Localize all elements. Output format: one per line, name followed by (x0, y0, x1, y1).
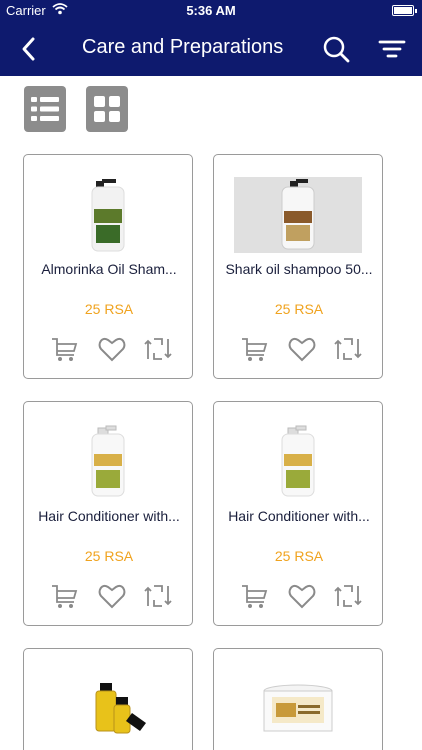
product-actions (24, 335, 192, 363)
navigation-bar: Care and Preparations (0, 22, 422, 76)
heart-icon[interactable] (98, 335, 126, 363)
product-actions (214, 335, 382, 363)
filter-icon[interactable] (378, 35, 406, 63)
grid-view-button[interactable] (86, 86, 128, 132)
product-price: 25 RSA (84, 548, 134, 564)
product-image (234, 683, 362, 750)
compare-icon[interactable] (334, 335, 362, 363)
compare-icon[interactable] (144, 335, 172, 363)
clock: 5:36 AM (186, 3, 236, 18)
product-image (234, 177, 362, 253)
product-card[interactable] (23, 648, 193, 750)
product-name: Hair Conditioner with... (228, 508, 370, 524)
compare-icon[interactable] (144, 582, 172, 610)
product-name: Almorinka Oil Sham... (41, 261, 177, 277)
list-icon (31, 97, 59, 121)
status-bar: Carrier 5:36 AM (0, 0, 422, 22)
search-icon[interactable] (322, 35, 350, 63)
add-to-cart-icon[interactable] (50, 582, 78, 610)
product-actions (24, 582, 192, 610)
battery-icon (392, 5, 417, 16)
product-card[interactable]: Hair Conditioner with... 25 RSA (213, 401, 383, 626)
product-card[interactable]: Shark oil shampoo 50... 25 RSA (213, 154, 383, 379)
grid-icon (94, 96, 120, 122)
heart-icon[interactable] (98, 582, 126, 610)
product-card[interactable]: Hair Conditioner with... 25 RSA (23, 401, 193, 626)
product-name: Shark oil shampoo 50... (225, 261, 373, 277)
back-arrow-icon[interactable] (16, 36, 42, 62)
list-view-button[interactable] (24, 86, 66, 132)
product-price: 25 RSA (84, 301, 134, 317)
product-price: 25 RSA (274, 301, 324, 317)
page-title: Care and Preparations (82, 36, 284, 58)
compare-icon[interactable] (334, 582, 362, 610)
product-card[interactable] (213, 648, 383, 750)
product-image (44, 424, 172, 500)
product-image (44, 679, 172, 750)
add-to-cart-icon[interactable] (240, 582, 268, 610)
product-image (234, 424, 362, 500)
product-card[interactable]: Almorinka Oil Sham... 25 RSA (23, 154, 193, 379)
product-image (44, 177, 172, 253)
product-price: 25 RSA (274, 548, 324, 564)
add-to-cart-icon[interactable] (50, 335, 78, 363)
heart-icon[interactable] (288, 582, 316, 610)
add-to-cart-icon[interactable] (240, 335, 268, 363)
product-actions (214, 582, 382, 610)
product-name: Hair Conditioner with... (38, 508, 180, 524)
heart-icon[interactable] (288, 335, 316, 363)
